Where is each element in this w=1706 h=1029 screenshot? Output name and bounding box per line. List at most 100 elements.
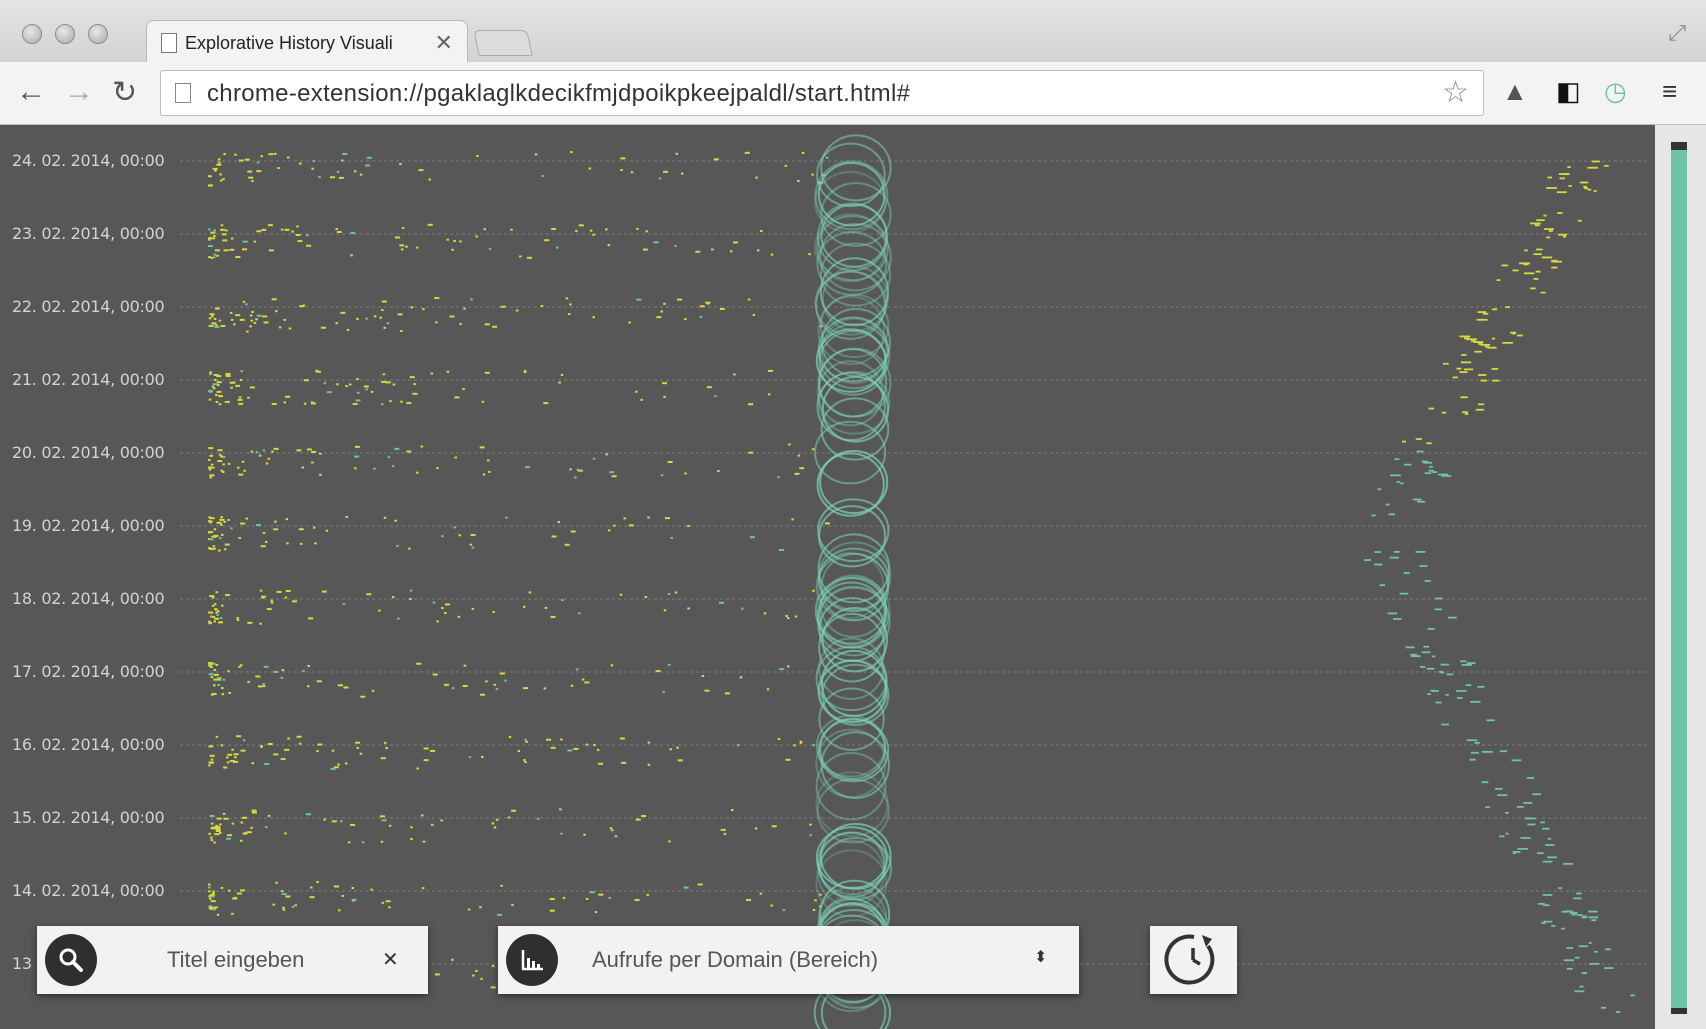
visit-mark[interactable] (670, 536, 673, 539)
visit-mark[interactable] (729, 250, 733, 253)
visit-mark[interactable] (219, 518, 225, 521)
visit-mark[interactable] (229, 381, 235, 384)
visit-mark[interactable] (213, 684, 216, 687)
visit-mark[interactable] (1577, 914, 1583, 917)
visit-mark[interactable] (720, 828, 726, 831)
visit-mark[interactable] (299, 305, 305, 308)
visit-mark[interactable] (492, 325, 498, 328)
visit-mark[interactable] (544, 239, 550, 242)
visit-mark[interactable] (213, 678, 216, 681)
visit-mark[interactable] (296, 449, 302, 452)
visit-mark[interactable] (225, 375, 231, 378)
visit-mark[interactable] (381, 309, 384, 312)
visit-mark[interactable] (1392, 618, 1402, 620)
visit-mark[interactable] (222, 463, 225, 466)
visit-mark[interactable] (214, 169, 217, 172)
visit-mark[interactable] (1435, 597, 1443, 600)
visit-mark[interactable] (236, 466, 240, 469)
visit-mark[interactable] (1470, 751, 1479, 754)
visit-mark[interactable] (585, 897, 589, 900)
visit-mark[interactable] (386, 322, 390, 325)
visit-mark[interactable] (565, 297, 569, 300)
visit-mark[interactable] (1480, 379, 1488, 382)
visit-mark[interactable] (210, 231, 216, 234)
visit-mark[interactable] (220, 533, 224, 536)
fullscreen-icon[interactable]: ⤢ (1668, 20, 1686, 46)
visit-mark[interactable] (1566, 967, 1573, 970)
visit-mark[interactable] (561, 599, 564, 602)
visit-mark[interactable] (767, 369, 773, 372)
visit-mark[interactable] (453, 240, 456, 243)
visit-mark[interactable] (251, 762, 254, 765)
visit-mark[interactable] (217, 158, 221, 161)
visit-mark[interactable] (264, 540, 268, 543)
visit-mark[interactable] (1466, 739, 1478, 742)
visit-mark[interactable] (767, 393, 771, 396)
visit-mark[interactable] (247, 680, 250, 683)
visit-mark[interactable] (674, 244, 677, 247)
visit-mark[interactable] (221, 693, 225, 696)
visit-mark[interactable] (1374, 551, 1382, 553)
visit-mark[interactable] (471, 607, 475, 610)
visit-mark[interactable] (744, 151, 750, 154)
visit-mark[interactable] (241, 460, 245, 463)
back-icon[interactable]: ← (16, 75, 46, 109)
visit-mark[interactable] (208, 324, 214, 327)
visit-mark[interactable] (268, 153, 274, 156)
visit-mark[interactable] (812, 909, 816, 912)
visit-mark[interactable] (257, 685, 263, 688)
visit-mark[interactable] (209, 897, 212, 900)
visit-mark[interactable] (485, 680, 488, 683)
visit-mark[interactable] (1574, 990, 1585, 993)
visit-mark[interactable] (655, 670, 661, 673)
visit-mark[interactable] (410, 838, 413, 841)
visit-mark[interactable] (266, 608, 272, 611)
visit-mark[interactable] (1486, 719, 1495, 722)
visit-mark[interactable] (575, 668, 579, 671)
visit-mark[interactable] (321, 590, 327, 593)
visit-mark[interactable] (280, 228, 284, 231)
visit-mark[interactable] (218, 831, 222, 834)
visit-mark[interactable] (1524, 272, 1535, 275)
visit-mark[interactable] (209, 313, 215, 316)
visit-mark[interactable] (380, 840, 384, 843)
visit-mark[interactable] (1399, 592, 1409, 595)
visit-mark[interactable] (273, 670, 279, 673)
visit-mark[interactable] (378, 609, 381, 612)
visit-mark[interactable] (457, 615, 461, 618)
visit-mark[interactable] (610, 829, 614, 832)
visit-mark[interactable] (215, 663, 219, 666)
visit-mark[interactable] (298, 528, 304, 531)
visit-mark[interactable] (227, 889, 231, 892)
visit-mark[interactable] (410, 589, 413, 592)
visit-mark[interactable] (578, 224, 584, 227)
browser-tab[interactable]: Explorative History Visuali ✕ (146, 20, 468, 63)
visit-mark[interactable] (546, 738, 552, 741)
visit-mark[interactable] (216, 913, 220, 916)
visit-mark[interactable] (1478, 374, 1487, 376)
visit-mark[interactable] (1487, 346, 1497, 349)
visit-mark[interactable] (343, 686, 349, 689)
visit-mark[interactable] (230, 318, 234, 321)
visit-mark[interactable] (303, 402, 307, 405)
visit-mark[interactable] (794, 472, 800, 475)
visit-mark[interactable] (301, 466, 305, 469)
visit-mark[interactable] (222, 812, 226, 815)
visit-mark[interactable] (230, 237, 234, 240)
visit-mark[interactable] (1413, 498, 1422, 501)
visit-mark[interactable] (1579, 985, 1584, 988)
visit-mark[interactable] (748, 451, 754, 454)
visit-mark[interactable] (1456, 697, 1463, 699)
visit-mark[interactable] (275, 881, 278, 884)
visit-mark[interactable] (208, 459, 211, 462)
visit-mark[interactable] (223, 153, 226, 156)
visit-mark[interactable] (219, 823, 222, 826)
visit-mark[interactable] (1460, 660, 1467, 663)
visit-mark[interactable] (677, 759, 683, 762)
visit-mark[interactable] (209, 814, 215, 817)
visit-mark[interactable] (1434, 608, 1442, 611)
visit-mark[interactable] (620, 169, 623, 172)
visit-mark[interactable] (749, 536, 755, 539)
visit-mark[interactable] (396, 544, 399, 547)
visit-mark[interactable] (315, 370, 321, 373)
